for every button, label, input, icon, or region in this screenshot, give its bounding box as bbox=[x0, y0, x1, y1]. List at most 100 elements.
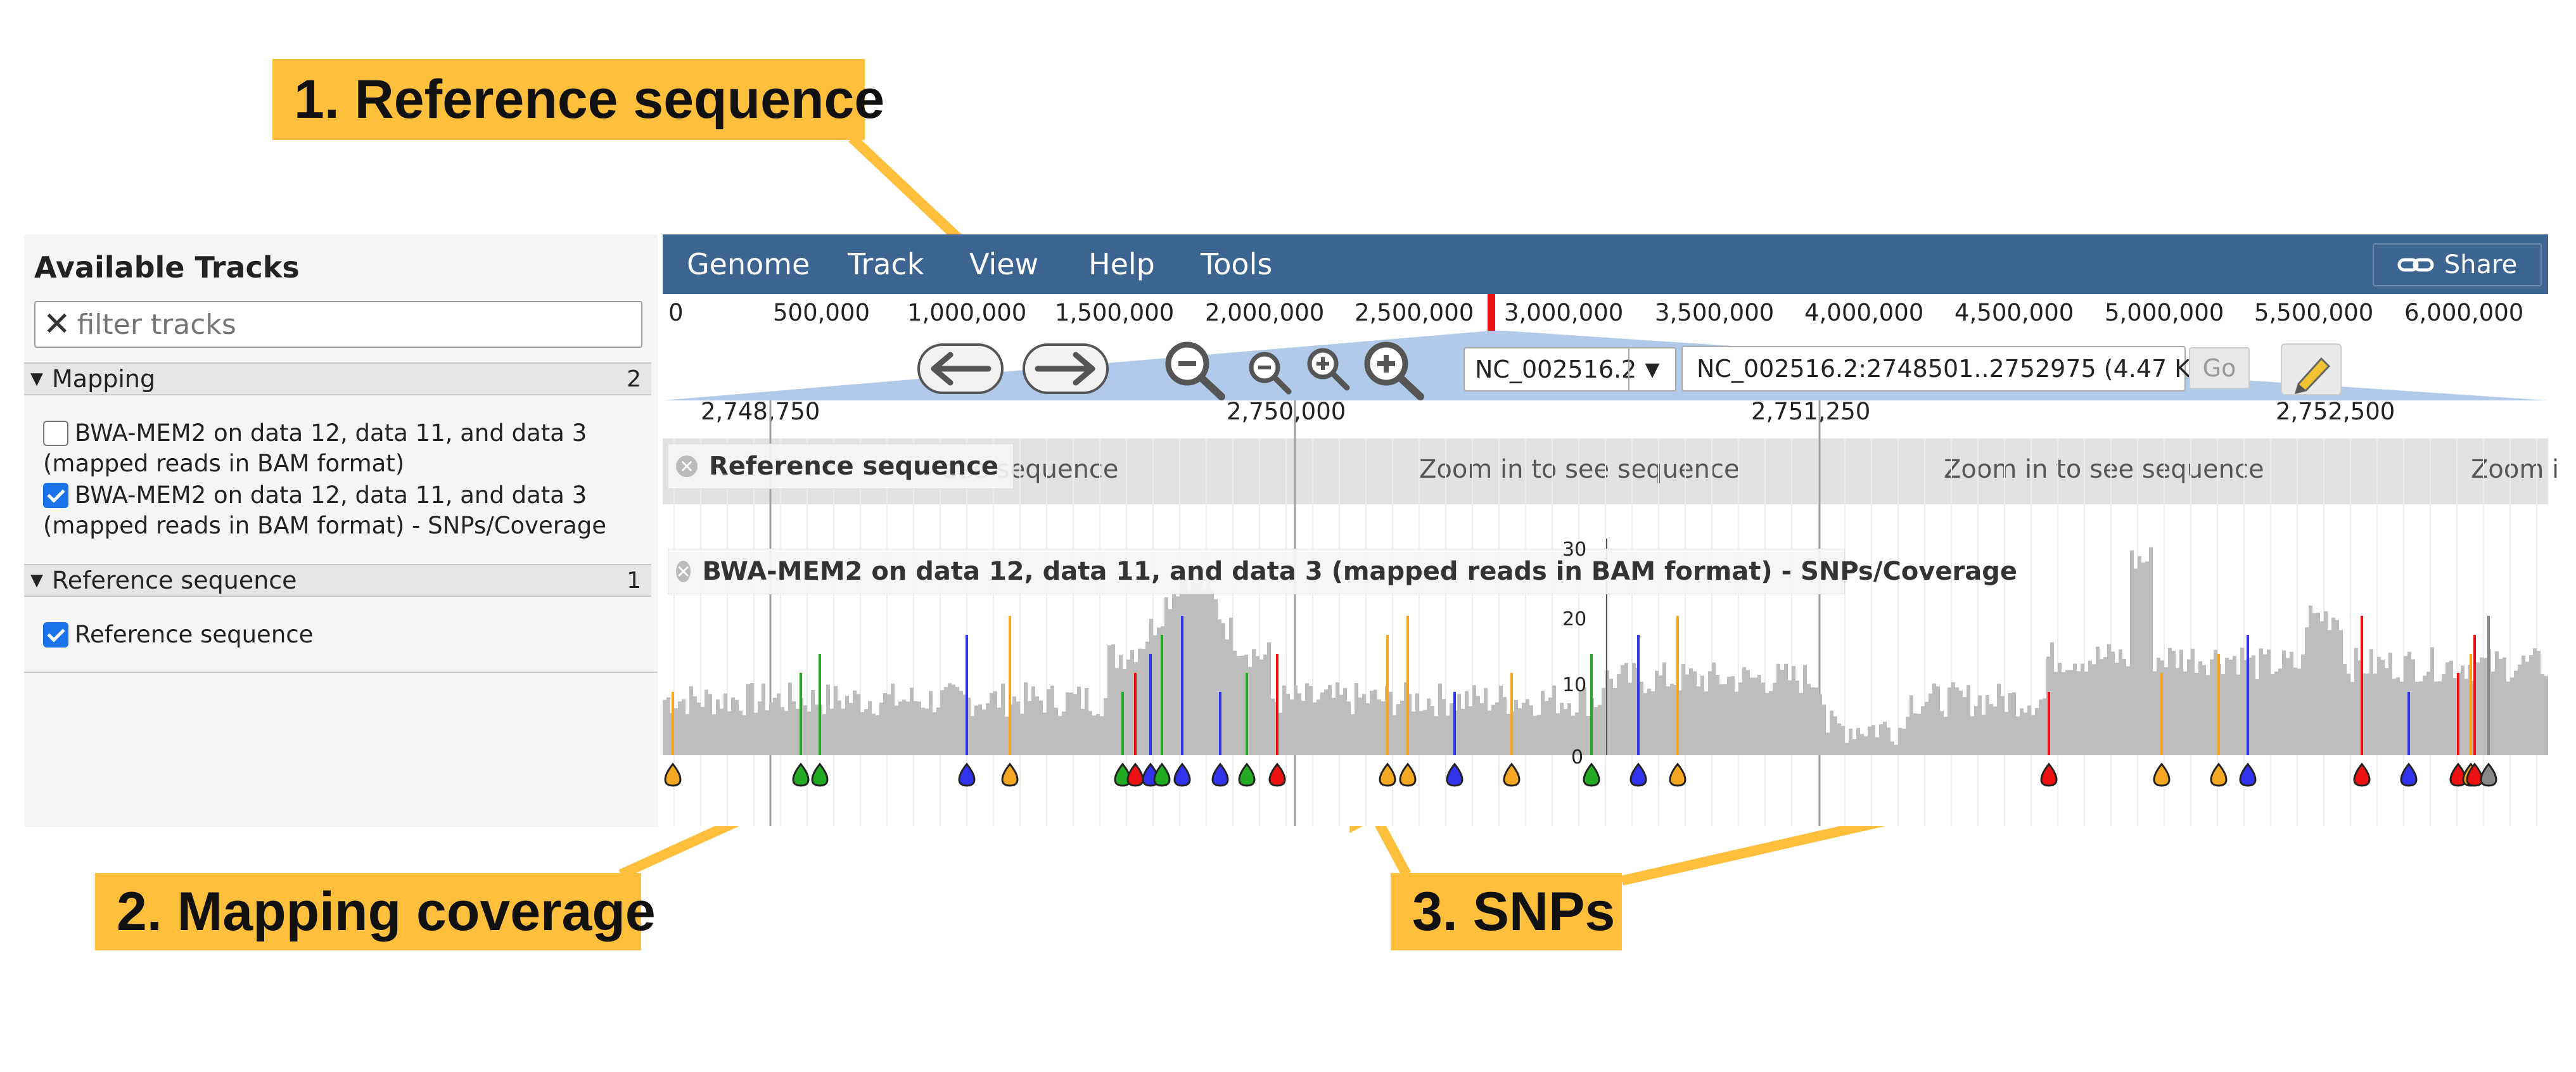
coverage-column bbox=[2191, 648, 2195, 755]
track-checkbox[interactable] bbox=[43, 421, 68, 446]
coverage-column bbox=[2069, 670, 2073, 755]
overview-tick: 2,500,000 bbox=[1355, 299, 1474, 326]
highlight-pencil-icon[interactable] bbox=[2281, 343, 2342, 395]
coverage-column bbox=[2058, 663, 2062, 755]
menu-track[interactable]: Track bbox=[848, 247, 924, 281]
coverage-column bbox=[1066, 692, 1069, 755]
coverage-column bbox=[1906, 717, 1910, 755]
reference-track-label[interactable]: ✕ Reference sequence bbox=[668, 443, 1014, 489]
coverage-track-label[interactable]: ✕ BWA-MEM2 on data 12, data 11, and data … bbox=[668, 549, 2017, 594]
coverage-column bbox=[1849, 729, 1852, 755]
coverage-column bbox=[1343, 687, 1347, 755]
coverage-column bbox=[1355, 683, 1358, 755]
track-item-bam[interactable]: BWA-MEM2 on data 12, data 11, and data 3… bbox=[43, 418, 632, 479]
coverage-column bbox=[1894, 744, 1898, 755]
coverage-column bbox=[743, 715, 746, 755]
overview-tick: 4,000,000 bbox=[1804, 299, 1924, 326]
coverage-column bbox=[2430, 647, 2434, 755]
coverage-column bbox=[1062, 711, 1066, 755]
coverage-column bbox=[1214, 599, 1218, 755]
coverage-column bbox=[1381, 701, 1385, 755]
snp-marker bbox=[664, 762, 682, 787]
pan-left-button[interactable] bbox=[917, 343, 1004, 394]
coverage-column bbox=[2453, 677, 2457, 755]
overview-tick: 6,000,000 bbox=[2404, 299, 2524, 326]
coverage-column bbox=[1514, 699, 1518, 755]
coverage-column bbox=[2461, 665, 2464, 755]
callout-mapping-coverage: 2. Mapping coverage bbox=[95, 873, 656, 950]
coverage-column bbox=[1951, 682, 1955, 755]
track-item-reference-sequence[interactable]: Reference sequence bbox=[43, 620, 632, 650]
chromosome-select[interactable]: NC_002516.2 ▼ bbox=[1463, 347, 1676, 392]
menu-tools[interactable]: Tools bbox=[1201, 247, 1272, 281]
coverage-column bbox=[1982, 715, 1986, 755]
coverage-column bbox=[1757, 674, 1761, 755]
track-item-snps-coverage[interactable]: BWA-MEM2 on data 12, data 11, and data 3… bbox=[43, 480, 632, 541]
coverage-column bbox=[2271, 673, 2274, 755]
menu-help[interactable]: Help bbox=[1088, 247, 1155, 281]
coverage-column bbox=[1370, 691, 1374, 755]
category-mapping[interactable]: ▼ Mapping 2 bbox=[24, 362, 651, 395]
coverage-column bbox=[879, 702, 883, 755]
coverage-column bbox=[2134, 568, 2138, 755]
zoom-out-small-icon[interactable] bbox=[1246, 348, 1296, 397]
coverage-column bbox=[2164, 667, 2168, 755]
share-label: Share bbox=[2444, 250, 2518, 279]
coverage-column bbox=[1948, 687, 1951, 755]
coverage-column bbox=[1978, 695, 1982, 755]
coverage-column bbox=[1168, 609, 1172, 755]
menu-genome[interactable]: Genome bbox=[687, 247, 810, 281]
coverage-column bbox=[1852, 739, 1856, 755]
coverage-column bbox=[1480, 703, 1484, 755]
coverage-column bbox=[2286, 658, 2290, 755]
share-button[interactable]: Share bbox=[2373, 243, 2542, 286]
coverage-column bbox=[1700, 675, 1704, 755]
zoom-in-large-icon[interactable] bbox=[1360, 337, 1429, 400]
coverage-column bbox=[1609, 679, 1613, 755]
pan-right-button[interactable] bbox=[1023, 343, 1109, 394]
coverage-column bbox=[2202, 665, 2206, 755]
coverage-column bbox=[1902, 729, 1906, 755]
overview-tick: 5,000,000 bbox=[2105, 299, 2224, 326]
track-checkbox[interactable] bbox=[43, 483, 68, 508]
coverage-column bbox=[1491, 705, 1495, 755]
coverage-column bbox=[1317, 699, 1320, 755]
coverage-column bbox=[697, 702, 701, 755]
coverage-column bbox=[2503, 657, 2506, 755]
coverage-column bbox=[1689, 668, 1693, 755]
coverage-column bbox=[731, 697, 735, 755]
coverage-column bbox=[1374, 689, 1377, 755]
filter-tracks-input[interactable] bbox=[75, 307, 636, 341]
coverage-column bbox=[1294, 685, 1298, 755]
coverage-column bbox=[1624, 663, 1628, 755]
menu-view[interactable]: View bbox=[969, 247, 1038, 281]
overview-position-marker[interactable] bbox=[1488, 294, 1495, 331]
filter-tracks-field[interactable]: ✕ bbox=[34, 301, 642, 348]
clear-filter-icon[interactable]: ✕ bbox=[43, 308, 71, 341]
coverage-column bbox=[1883, 722, 1887, 755]
coverage-column bbox=[1092, 715, 1096, 755]
coverage-column bbox=[1050, 686, 1054, 755]
track-checkbox[interactable] bbox=[43, 622, 68, 648]
close-track-icon[interactable]: ✕ bbox=[676, 561, 691, 582]
zoom-out-large-icon[interactable] bbox=[1161, 337, 1230, 400]
coverage-column bbox=[2214, 649, 2217, 755]
coverage-column bbox=[1955, 687, 1959, 755]
coverage-column bbox=[1069, 692, 1073, 755]
close-track-icon[interactable]: ✕ bbox=[676, 456, 698, 477]
coverage-column bbox=[1309, 686, 1313, 755]
coverage-column bbox=[1031, 686, 1035, 755]
sidebar-title: Available Tracks bbox=[34, 250, 300, 284]
coverage-column bbox=[1560, 703, 1564, 755]
coverage-column bbox=[1602, 687, 1605, 755]
category-reference-sequence[interactable]: ▼ Reference sequence 1 bbox=[24, 564, 651, 597]
coverage-column bbox=[1879, 724, 1883, 755]
zoom-in-small-icon[interactable] bbox=[1304, 345, 1355, 393]
coverage-column bbox=[1647, 688, 1651, 755]
coverage-column bbox=[1104, 698, 1107, 755]
coverage-column bbox=[891, 683, 895, 755]
coverage-column bbox=[971, 716, 974, 755]
coverage-column bbox=[2282, 650, 2286, 755]
location-input[interactable]: NC_002516.2:2748501..2752975 (4.47 Kb) bbox=[1681, 346, 2215, 392]
go-button[interactable]: Go bbox=[2189, 347, 2250, 389]
